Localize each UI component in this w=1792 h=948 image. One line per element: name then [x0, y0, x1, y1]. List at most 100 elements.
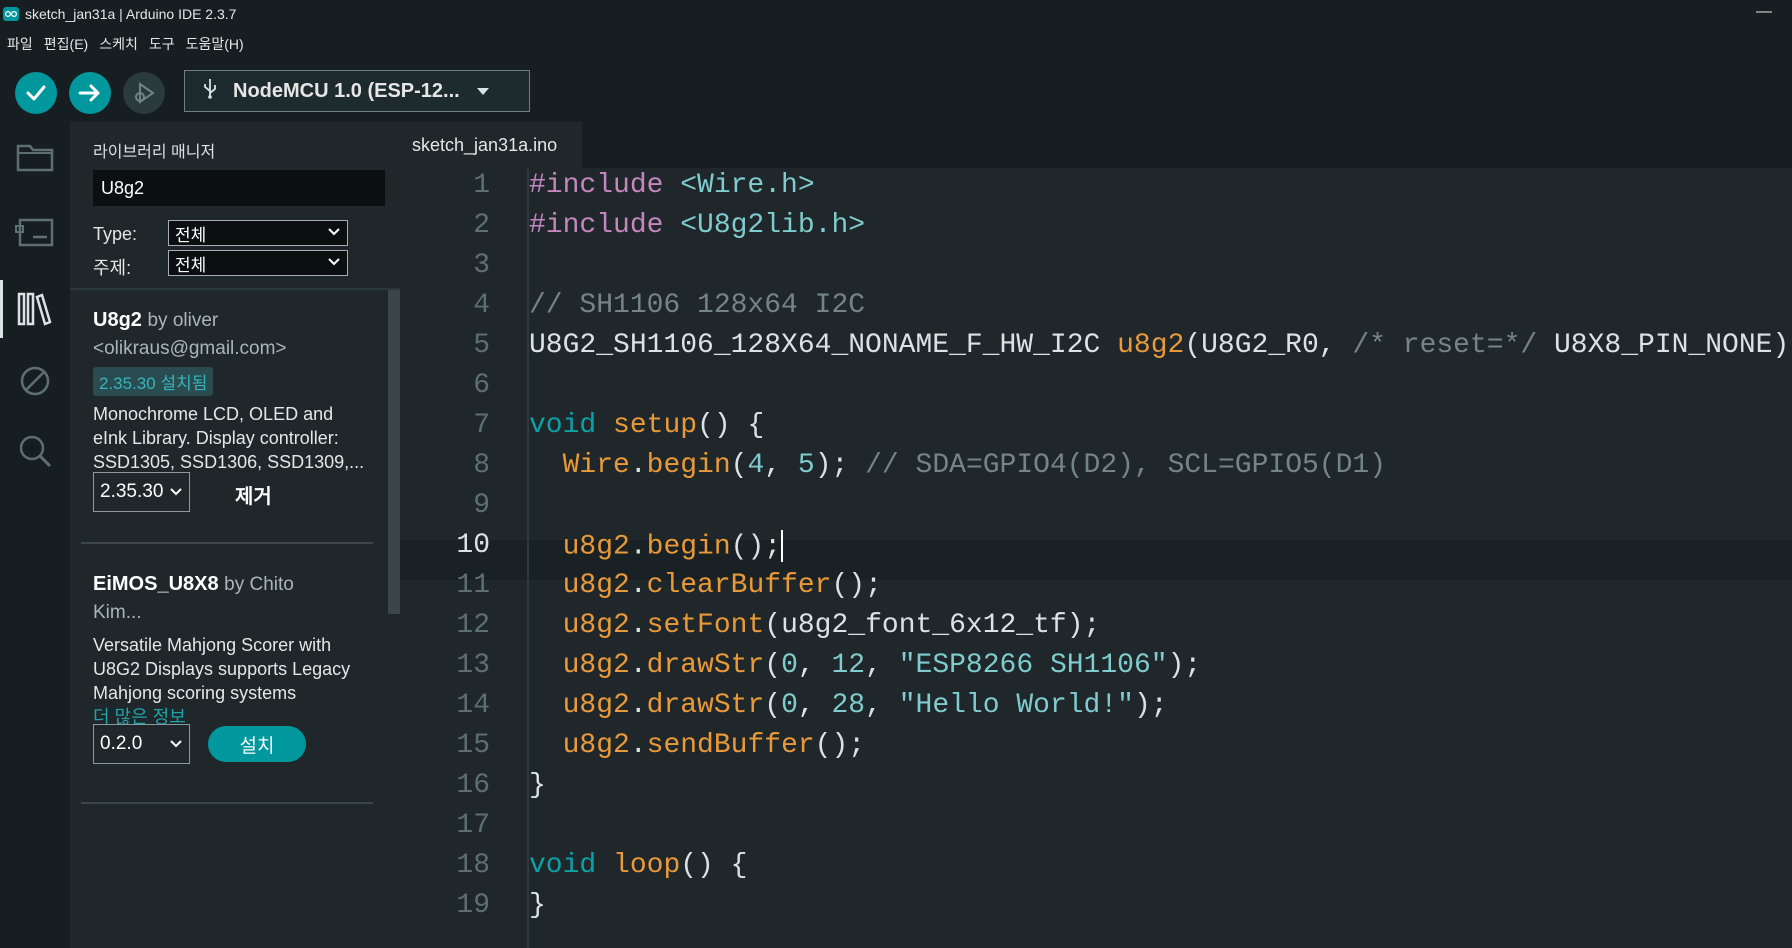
code-editor[interactable]: 1 2 3 4 5 6 7 8 9 10 11 12 13 14 15 16 1…	[400, 168, 1792, 948]
library-title: U8g2 by oliver	[93, 306, 383, 335]
topic-filter-label: 주제:	[93, 258, 132, 278]
library-author: by Chito	[224, 574, 294, 595]
library-author: by oliver	[147, 310, 219, 331]
code-line: U8G2_SH1106_128X64_NONAME_F_HW_I2C u8g2(…	[529, 330, 1792, 361]
check-icon	[26, 85, 46, 101]
menu-file[interactable]: 파일	[7, 34, 33, 54]
type-filter-value: 전체	[175, 225, 207, 245]
library-manager-button[interactable]	[0, 280, 58, 338]
line-number: 11	[456, 570, 490, 601]
library-title: EiMOS_U8X8 by Chito	[93, 570, 383, 599]
line-number: 3	[473, 250, 490, 281]
folder-icon	[16, 144, 54, 172]
menu-help[interactable]: 도움말(H)	[186, 34, 244, 54]
line-number: 9	[473, 490, 490, 521]
code-line: #include <U8g2lib.h>	[529, 210, 866, 241]
library-name: EiMOS_U8X8	[93, 573, 219, 595]
no-entry-icon	[20, 366, 50, 396]
card-divider	[81, 802, 373, 804]
line-number: 14	[456, 690, 490, 721]
activity-bar	[0, 122, 70, 948]
line-number: 12	[456, 610, 490, 641]
window-title: sketch_jan31a | Arduino IDE 2.3.7	[25, 6, 237, 22]
code-line: #include <Wire.h>	[529, 170, 815, 201]
type-filter-label: Type:	[93, 224, 138, 244]
menu-sketch[interactable]: 스케치	[99, 34, 138, 54]
line-number: 16	[456, 770, 490, 801]
code-line: void setup() {	[529, 410, 765, 441]
boards-manager-button[interactable]	[12, 209, 58, 255]
tab-sketch[interactable]: sketch_jan31a.ino	[400, 122, 582, 168]
chevron-down-icon	[476, 80, 490, 103]
editor-tab-bar	[400, 122, 1792, 168]
library-author-email: <olikraus@gmail.com>	[93, 338, 287, 359]
filter-divider	[70, 288, 400, 290]
panel-title: 라이브러리 매니저	[93, 144, 216, 161]
library-list-scrollbar[interactable]	[388, 290, 400, 614]
line-number-current: 10	[456, 530, 490, 561]
library-description: Monochrome LCD, OLED and eInk Library. D…	[93, 404, 365, 472]
line-number: 17	[456, 810, 490, 841]
chevron-down-icon	[169, 736, 183, 758]
chevron-down-icon	[327, 254, 341, 275]
arrow-right-icon	[78, 84, 100, 102]
search-icon	[19, 435, 52, 468]
minimize-button[interactable]: —	[1756, 3, 1772, 21]
board-icon	[15, 218, 54, 247]
line-number: 8	[473, 450, 490, 481]
line-number: 13	[456, 650, 490, 681]
line-number: 15	[456, 730, 490, 761]
version-select[interactable]: 2.35.30	[93, 472, 190, 512]
code-line: u8g2.drawStr(0, 12, "ESP8266 SH1106");	[562, 650, 1202, 681]
line-number: 1	[473, 170, 490, 201]
code-line: // SH1106 128x64 I2C	[529, 290, 866, 321]
code-line: }	[529, 770, 546, 801]
board-name: NodeMCU 1.0 (ESP-12...	[233, 79, 460, 102]
debug-panel-button[interactable]	[12, 358, 58, 404]
library-name: U8g2	[93, 309, 142, 331]
title-bar: sketch_jan31a | Arduino IDE 2.3.7 —	[0, 0, 1792, 28]
text-cursor	[781, 530, 784, 562]
code-line: void loop() {	[529, 850, 748, 881]
code-line: u8g2.sendBuffer();	[562, 730, 866, 761]
line-number: 6	[473, 370, 490, 401]
code-line-current: u8g2.begin();	[562, 530, 784, 563]
line-number: 2	[473, 210, 490, 241]
type-filter-select[interactable]: 전체	[168, 220, 348, 246]
library-author-more: Kim...	[93, 602, 142, 623]
code-line: u8g2.setFont(u8g2_font_6x12_tf);	[562, 610, 1101, 641]
verify-button[interactable]	[15, 72, 57, 114]
menu-tools[interactable]: 도구	[149, 34, 175, 54]
line-number: 19	[456, 890, 490, 921]
library-card: U8g2 by oliver <olikraus@gmail.com> 2.35…	[93, 306, 383, 498]
debug-button[interactable]	[123, 72, 165, 114]
code-line: u8g2.drawStr(0, 28, "Hello World!");	[562, 690, 1168, 721]
code-line: u8g2.clearBuffer();	[562, 570, 882, 601]
upload-button[interactable]	[69, 72, 111, 114]
library-manager-panel: 라이브러리 매니저 Type: 전체 주제: 전체 U8g2 by oliver…	[70, 122, 400, 948]
arduino-logo-icon	[3, 7, 19, 21]
topic-filter-select[interactable]: 전체	[168, 250, 348, 276]
library-description: Versatile Mahjong Scorer with U8G2 Displ…	[93, 635, 351, 703]
version-select[interactable]: 0.2.0	[93, 724, 190, 764]
line-number: 18	[456, 850, 490, 881]
card-divider	[81, 542, 373, 544]
installed-badge: 2.35.30 설치됨	[93, 367, 214, 396]
topic-filter-value: 전체	[175, 255, 207, 275]
remove-button[interactable]: 제거	[235, 480, 272, 509]
search-button[interactable]	[12, 428, 58, 474]
usb-icon	[203, 77, 217, 105]
library-icon	[17, 292, 52, 326]
version-value: 0.2.0	[100, 733, 143, 754]
menu-edit[interactable]: 편집(E)	[44, 34, 88, 54]
line-number: 4	[473, 290, 490, 321]
code-line: }	[529, 890, 546, 921]
code-line: Wire.begin(4, 5); // SDA=GPIO4(D2), SCL=…	[562, 450, 1387, 481]
version-value: 2.35.30	[100, 481, 164, 502]
line-number: 5	[473, 330, 490, 361]
board-selector[interactable]: NodeMCU 1.0 (ESP-12...	[184, 70, 530, 112]
install-button[interactable]: 설치	[208, 726, 306, 762]
library-search-input[interactable]	[93, 170, 385, 206]
sketchbook-button[interactable]	[12, 134, 58, 180]
debug-icon	[135, 82, 155, 104]
